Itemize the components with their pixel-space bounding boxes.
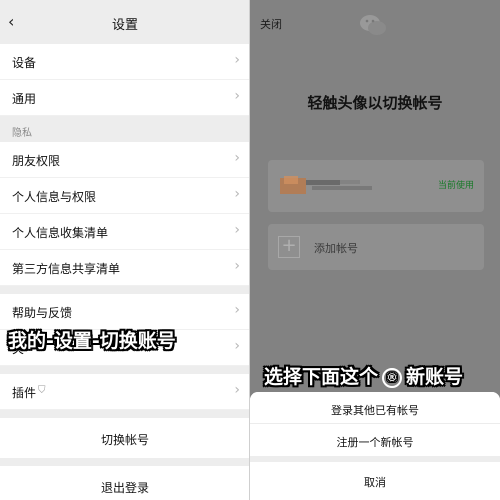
registered-symbol-icon: ®: [382, 368, 403, 388]
settings-panel: ‹ 设置 设备 › 通用 › 隐私 朋友权限 › 个人信息与权限 › 个人信息收…: [0, 0, 250, 500]
add-account-card[interactable]: + 添加帐号: [268, 224, 484, 270]
settings-item-help[interactable]: 帮助与反馈 ›: [0, 294, 250, 330]
chevron-right-icon: ›: [234, 186, 240, 202]
settings-item-label: 通用: [12, 92, 37, 106]
chevron-right-icon: ›: [234, 258, 240, 274]
settings-item-general[interactable]: 通用 ›: [0, 80, 250, 116]
section-gap: [0, 410, 250, 418]
chevron-right-icon: ›: [234, 302, 240, 318]
settings-item-label: 个人信息与权限: [12, 190, 97, 204]
action-sheet: 登录其他已有帐号 注册一个新帐号 取消: [250, 392, 500, 500]
settings-item-third-party-sharing[interactable]: 第三方信息共享清单 ›: [0, 250, 250, 286]
section-gap: [0, 286, 250, 294]
cancel-button[interactable]: 取消: [250, 462, 500, 500]
settings-item-label: 帮助与反馈: [12, 306, 73, 320]
settings-item-label: 插件: [12, 386, 37, 400]
wechat-logo-icon: [360, 15, 386, 35]
chevron-right-icon: ›: [234, 222, 240, 238]
overlay-caption: 我的-设置-切换账号: [8, 330, 176, 352]
settings-header: ‹ 设置: [0, 0, 250, 44]
settings-item-devices[interactable]: 设备 ›: [0, 44, 250, 80]
section-label: 隐私: [12, 128, 32, 139]
current-account-card[interactable]: 当前使用: [268, 160, 484, 212]
plus-icon: +: [278, 236, 300, 258]
logout-button[interactable]: 退出登录: [0, 466, 250, 500]
section-gap: [0, 458, 250, 466]
login-existing-account-option[interactable]: 登录其他已有帐号: [250, 392, 500, 424]
settings-item-friend-permissions[interactable]: 朋友权限 ›: [0, 142, 250, 178]
caption-text: 新账号: [406, 366, 464, 388]
chevron-right-icon: ›: [234, 150, 240, 166]
overlay-caption-right: 选择下面这个 ® 新账号: [264, 362, 463, 389]
current-account-badge: 当前使用: [437, 181, 474, 191]
settings-item-label: 第三方信息共享清单: [12, 262, 121, 276]
shield-icon: ⛉: [38, 385, 46, 396]
settings-item-personal-info[interactable]: 个人信息与权限 ›: [0, 178, 250, 214]
page-title: 设置: [111, 18, 138, 33]
add-account-label: 添加帐号: [314, 242, 358, 255]
close-button[interactable]: 关闭: [260, 16, 282, 32]
chevron-right-icon: ›: [234, 52, 240, 68]
register-new-account-option[interactable]: 注册一个新帐号: [250, 424, 500, 456]
switch-account-button[interactable]: 切换帐号: [0, 418, 250, 458]
blurred-account-avatar: [280, 176, 372, 194]
settings-item-label: 个人信息收集清单: [12, 226, 109, 240]
section-gap: [0, 366, 250, 374]
switch-account-panel: 关闭 轻触头像以切换帐号 当前使用 + 添加帐号 选择下面这个 ® 新账号 登录其他…: [250, 0, 500, 500]
caption-text: 选择下面这个: [264, 366, 379, 388]
chevron-right-icon: ›: [234, 382, 240, 398]
chevron-right-icon: ›: [234, 338, 240, 354]
switch-account-title: 轻触头像以切换帐号: [307, 94, 443, 112]
chevron-right-icon: ›: [234, 88, 240, 104]
settings-item-plugins[interactable]: 插件 ⛉ ›: [0, 374, 250, 410]
settings-item-info-collection[interactable]: 个人信息收集清单 ›: [0, 214, 250, 250]
settings-item-label: 朋友权限: [12, 154, 61, 168]
settings-item-label: 设备: [12, 56, 37, 70]
section-privacy: 隐私: [0, 116, 250, 142]
